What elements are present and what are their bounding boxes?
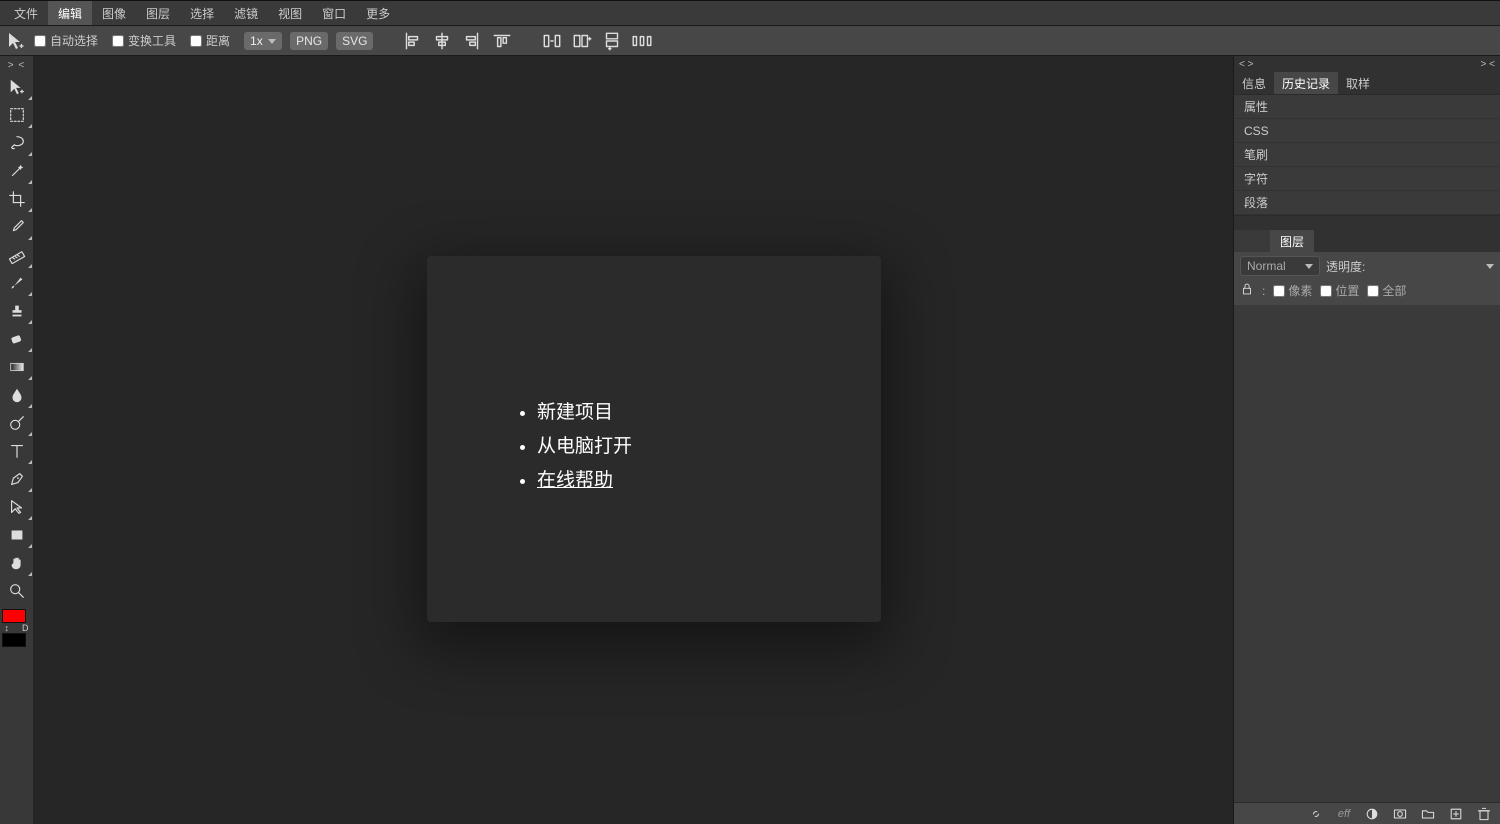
blend-mode-dropdown[interactable]: Normal: [1240, 256, 1320, 276]
panel-collapse-left[interactable]: < >: [1239, 59, 1253, 70]
marquee-tool[interactable]: [1, 101, 33, 129]
move-tool[interactable]: [1, 73, 33, 101]
canvas-area: 新建项目 从电脑打开 在线帮助: [33, 56, 1233, 824]
default-colors-icon[interactable]: D: [22, 623, 29, 633]
transform-tool-checkbox[interactable]: [112, 35, 124, 47]
export-svg-button[interactable]: SVG: [336, 32, 373, 50]
menu-file[interactable]: 文件: [4, 1, 48, 25]
distance-option[interactable]: 距离: [190, 32, 236, 49]
main-area: > < ↕ D 新建项目: [0, 56, 1500, 824]
panel-brush[interactable]: 笔刷: [1234, 143, 1500, 167]
duplicate-vertical-icon[interactable]: [601, 30, 623, 52]
gradient-tool[interactable]: [1, 353, 33, 381]
menu-edit[interactable]: 编辑: [48, 1, 92, 25]
eyedropper-tool[interactable]: [1, 213, 33, 241]
panel-properties[interactable]: 属性: [1234, 95, 1500, 119]
brush-tool[interactable]: [1, 269, 33, 297]
pen-tool[interactable]: [1, 465, 33, 493]
menu-bar: 文件 编辑 图像 图层 选择 滤镜 视图 窗口 更多: [0, 0, 1500, 26]
align-left-icon[interactable]: [401, 30, 423, 52]
tab-layers[interactable]: 图层: [1270, 230, 1314, 252]
group-layers-icon[interactable]: [1420, 806, 1436, 822]
stamp-tool[interactable]: [1, 297, 33, 325]
align-center-icon[interactable]: [431, 30, 453, 52]
menu-more[interactable]: 更多: [356, 1, 400, 25]
opacity-label: 透明度:: [1326, 258, 1365, 275]
panel-css[interactable]: CSS: [1234, 119, 1500, 143]
auto-select-label: 自动选择: [50, 32, 98, 49]
distance-label: 距离: [206, 32, 230, 49]
shape-tool[interactable]: [1, 521, 33, 549]
eraser-tool[interactable]: [1, 325, 33, 353]
distribute-icon[interactable]: [631, 30, 653, 52]
tab-info[interactable]: 信息: [1234, 72, 1274, 94]
zoom-tool[interactable]: [1, 577, 33, 605]
right-panels: < > > < 信息 历史记录 取样 属性 CSS 笔刷 字符 段落 图层: [1233, 56, 1500, 824]
welcome-online-help[interactable]: 在线帮助: [537, 464, 791, 498]
spacing-horizontal-icon[interactable]: [541, 30, 563, 52]
layers-list[interactable]: [1234, 305, 1500, 802]
link-layers-icon[interactable]: [1308, 806, 1324, 822]
adjustment-layer-icon[interactable]: [1364, 806, 1380, 822]
magic-wand-tool[interactable]: [1, 157, 33, 185]
tab-sample[interactable]: 取样: [1338, 72, 1378, 94]
menu-image[interactable]: 图像: [92, 1, 136, 25]
current-tool-icon: [6, 31, 26, 51]
text-tool[interactable]: [1, 437, 33, 465]
foreground-color[interactable]: [2, 609, 26, 623]
dodge-tool[interactable]: [1, 409, 33, 437]
layers-footer: eff: [1234, 802, 1500, 824]
align-top-icon[interactable]: [491, 30, 513, 52]
lock-pixels-option[interactable]: 像素: [1273, 282, 1312, 299]
panel-collapse-right[interactable]: > <: [1481, 59, 1495, 70]
align-right-icon[interactable]: [461, 30, 483, 52]
opacity-dropdown-icon[interactable]: [1486, 264, 1494, 269]
blur-tool[interactable]: [1, 381, 33, 409]
delete-layer-icon[interactable]: [1476, 806, 1492, 822]
info-history-panel: 信息 历史记录 取样: [1234, 72, 1500, 95]
transform-tool-label: 变换工具: [128, 32, 176, 49]
welcome-new-project[interactable]: 新建项目: [537, 396, 791, 430]
panel-paragraph[interactable]: 段落: [1234, 191, 1500, 215]
transform-tool-option[interactable]: 变换工具: [112, 32, 182, 49]
color-swatches: ↕ D: [2, 609, 32, 647]
hand-tool[interactable]: [1, 549, 33, 577]
layer-effects-icon[interactable]: eff: [1336, 806, 1352, 822]
auto-select-checkbox[interactable]: [34, 35, 46, 47]
lock-all-option[interactable]: 全部: [1367, 282, 1406, 299]
distance-checkbox[interactable]: [190, 35, 202, 47]
lock-position-option[interactable]: 位置: [1320, 282, 1359, 299]
zoom-dropdown[interactable]: 1x: [244, 32, 282, 50]
switch-colors-icon[interactable]: ↕: [5, 623, 10, 633]
options-bar: 自动选择 变换工具 距离 1x PNG SVG: [0, 26, 1500, 56]
menu-view[interactable]: 视图: [268, 1, 312, 25]
panel-character[interactable]: 字符: [1234, 167, 1500, 191]
export-png-button[interactable]: PNG: [290, 32, 328, 50]
lasso-tool[interactable]: [1, 129, 33, 157]
lock-icon: [1240, 282, 1254, 299]
toolbox: > < ↕ D: [0, 56, 33, 824]
new-layer-icon[interactable]: [1448, 806, 1464, 822]
ruler-tool[interactable]: [1, 241, 33, 269]
welcome-open-from-computer[interactable]: 从电脑打开: [537, 430, 791, 464]
menu-window[interactable]: 窗口: [312, 1, 356, 25]
collapsed-panels-stack: 属性 CSS 笔刷 字符 段落: [1234, 95, 1500, 216]
welcome-card: 新建项目 从电脑打开 在线帮助: [427, 256, 881, 622]
menu-select[interactable]: 选择: [180, 1, 224, 25]
crop-tool[interactable]: [1, 185, 33, 213]
layer-mask-icon[interactable]: [1392, 806, 1408, 822]
layers-panel: 图层 Normal 透明度: : 像素 位置 全部: [1234, 216, 1500, 824]
duplicate-horizontal-icon[interactable]: [571, 30, 593, 52]
toolbox-collapse-toggle[interactable]: > <: [8, 58, 25, 73]
background-color[interactable]: [2, 633, 26, 647]
layer-controls: Normal 透明度: : 像素 位置 全部: [1234, 252, 1500, 305]
menu-filter[interactable]: 滤镜: [224, 1, 268, 25]
menu-layer[interactable]: 图层: [136, 1, 180, 25]
path-select-tool[interactable]: [1, 493, 33, 521]
auto-select-option[interactable]: 自动选择: [34, 32, 104, 49]
tab-history[interactable]: 历史记录: [1274, 72, 1338, 94]
